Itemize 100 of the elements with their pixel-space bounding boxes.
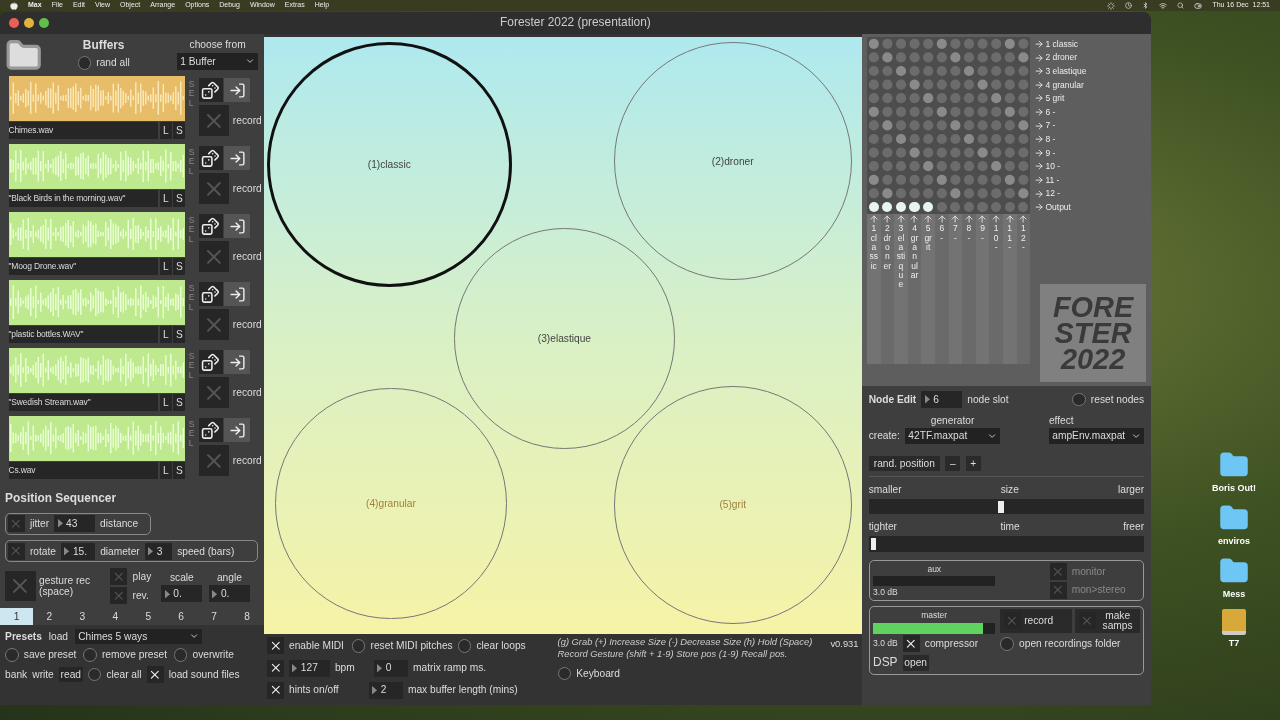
load-button[interactable] (224, 350, 250, 374)
clear-all-button[interactable]: clear all (87, 666, 142, 683)
label: 3.0 dB (873, 637, 898, 651)
bluetooth-icon[interactable] (1142, 2, 1150, 9)
number-field[interactable]: 0. (209, 585, 250, 603)
loop-button[interactable]: L (159, 326, 172, 344)
effect-dropdown[interactable]: ampEnv.maxpat (1048, 428, 1145, 444)
number-field[interactable]: 3 (144, 542, 173, 560)
load-button[interactable] (224, 282, 250, 306)
load-button[interactable] (224, 214, 250, 238)
number-field[interactable]: 127 (289, 659, 330, 677)
plus-button[interactable]: + (965, 455, 981, 471)
close-button[interactable] (8, 17, 19, 29)
number-field[interactable]: 2 (368, 681, 403, 699)
number-field[interactable]: 0. (161, 585, 203, 603)
dice-button[interactable] (198, 418, 223, 442)
label: 3.0 dB (873, 585, 899, 599)
solo-button[interactable]: S (173, 190, 186, 208)
toggle[interactable] (198, 445, 230, 476)
wifi-icon[interactable] (1159, 1, 1168, 10)
toggle[interactable] (1003, 612, 1021, 630)
label: record (232, 454, 262, 468)
label: create: (868, 429, 900, 444)
toggle[interactable] (1078, 612, 1096, 630)
buffer-dropdown[interactable]: 1 Buffer (176, 52, 259, 70)
toggle[interactable] (7, 542, 25, 560)
number-field[interactable]: 43 (54, 515, 95, 533)
slider[interactable] (868, 499, 1145, 515)
dice-button[interactable] (198, 146, 223, 170)
toggle[interactable] (198, 105, 230, 136)
apple-icon[interactable] (10, 1, 18, 10)
dice-button[interactable] (198, 214, 223, 238)
dsp-open-button[interactable]: open (902, 655, 929, 671)
dice-icon (201, 420, 221, 440)
loop-button[interactable]: L (159, 394, 172, 412)
toggle[interactable] (110, 587, 128, 604)
number-field[interactable]: 0 (373, 659, 408, 677)
toggle[interactable] (198, 173, 230, 204)
solo-button[interactable]: S (173, 394, 186, 412)
toggle[interactable] (146, 666, 164, 683)
triangle-icon (377, 663, 383, 673)
remove-preset-button[interactable]: remove preset (83, 647, 168, 663)
loop-button[interactable]: L (159, 190, 172, 208)
clock-icon[interactable] (1125, 2, 1133, 9)
minimize-button[interactable] (23, 17, 34, 29)
open-folder-button[interactable]: open recordings folder (1000, 636, 1140, 652)
loop-button[interactable]: L (159, 258, 172, 276)
solo-button[interactable]: S (173, 258, 186, 276)
preset-dropdown[interactable]: Chimes 5 ways (74, 628, 203, 644)
zoom-button[interactable] (39, 17, 50, 29)
toggle[interactable] (110, 568, 128, 586)
toggle[interactable] (1049, 581, 1067, 599)
save-preset-button[interactable]: save preset (5, 647, 77, 663)
solo-button[interactable]: S (173, 326, 186, 344)
label: monitor (1071, 564, 1107, 579)
label: record (232, 318, 262, 332)
sel-label: SEL (188, 145, 196, 178)
dice-button[interactable] (198, 78, 223, 102)
solo-button[interactable]: S (173, 122, 186, 140)
slider-thumb[interactable] (871, 538, 877, 550)
slider-thumb[interactable] (998, 500, 1004, 513)
load-button[interactable] (224, 418, 250, 442)
reset-nodes-button[interactable]: reset nodes (1072, 391, 1145, 408)
control-center-icon[interactable] (1194, 1, 1203, 10)
toggle[interactable] (198, 309, 230, 340)
rand-position-button[interactable]: rand. position (868, 455, 941, 471)
loop-button[interactable]: L (159, 462, 172, 480)
toggle[interactable] (266, 659, 284, 677)
write-button[interactable]: write (32, 666, 54, 683)
toggle[interactable] (198, 241, 230, 272)
search-icon[interactable] (1177, 2, 1185, 9)
number-field[interactable]: 6 (921, 390, 963, 408)
toggle[interactable] (266, 637, 284, 655)
clear-loops-button[interactable]: clear loops (457, 638, 526, 654)
status-icon[interactable] (1107, 1, 1116, 10)
toggle[interactable] (902, 635, 920, 653)
solo-button[interactable]: S (173, 462, 186, 480)
dice-button[interactable] (198, 282, 223, 306)
dice-button[interactable] (198, 350, 223, 374)
node-label: (3)elastique (537, 331, 591, 346)
toggle[interactable] (5, 570, 36, 602)
loop-button[interactable]: L (159, 122, 172, 140)
load-button[interactable] (224, 78, 250, 102)
load-button[interactable] (224, 146, 250, 170)
keyboard-button[interactable]: Keyboard (557, 665, 826, 682)
generator-dropdown[interactable]: 42TF.maxpat (904, 428, 1001, 444)
label: max buffer length (mins) (407, 683, 518, 698)
slider[interactable] (868, 536, 1145, 552)
toggle[interactable] (7, 515, 25, 533)
toggle[interactable] (266, 681, 284, 699)
overwrite-button[interactable]: overwrite (173, 647, 234, 663)
slot-tab[interactable]: 1 (0, 608, 33, 626)
read-button[interactable]: read (58, 666, 83, 683)
number-field[interactable]: 15. (61, 542, 96, 560)
node-canvas[interactable]: (1)classic (2)droner (3)elastique (4)granular (5)grit (263, 37, 862, 635)
rand-all-button[interactable]: rand all (77, 55, 130, 71)
minus-button[interactable]: – (945, 455, 961, 471)
reset-midi-button[interactable]: reset MIDI pitches (351, 638, 453, 654)
toggle[interactable] (198, 377, 230, 408)
toggle[interactable] (1049, 562, 1067, 580)
